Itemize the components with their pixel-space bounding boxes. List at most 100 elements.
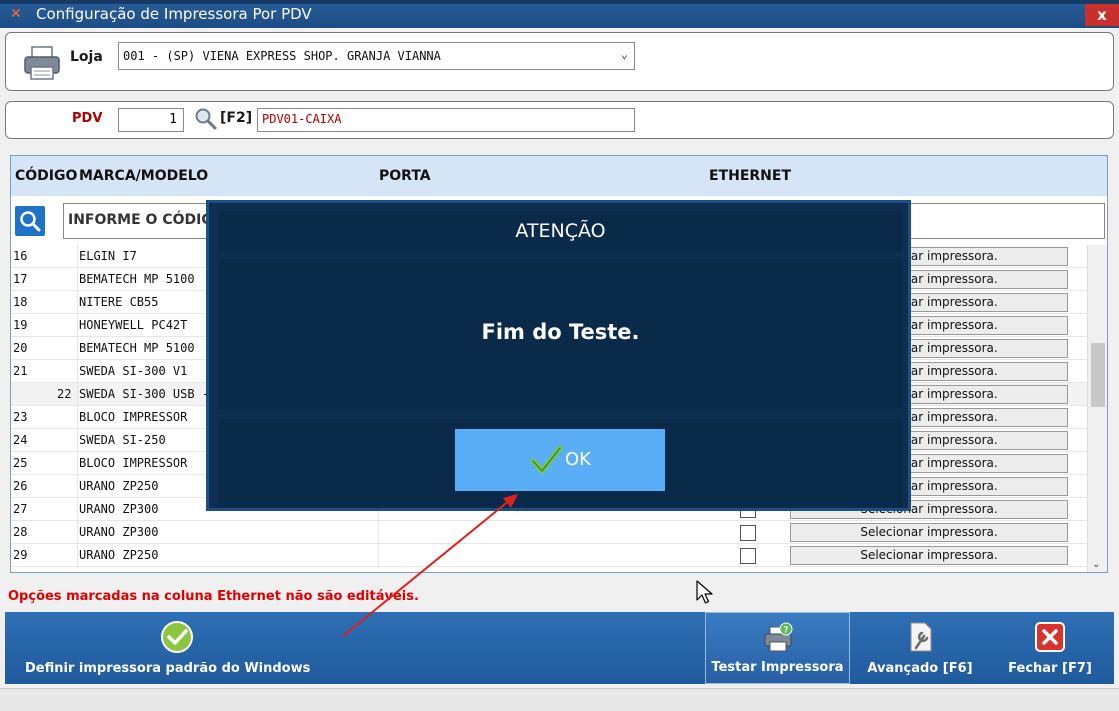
row-model: SWEDA SI-250 — [79, 433, 166, 447]
column-header-code[interactable]: CÓDIGO — [15, 168, 77, 184]
row-model: SWEDA SI-300 USB - — [79, 387, 210, 401]
dialog-title: ATENÇÃO — [219, 211, 902, 251]
search-icon[interactable] — [194, 107, 218, 131]
row-separator — [77, 521, 78, 544]
pdv-label: PDV — [72, 111, 103, 126]
loja-select[interactable]: 001 - (SP) VIENA EXPRESS SHOP. GRANJA VI… — [118, 42, 635, 70]
title-bar-strip — [0, 0, 1119, 4]
pdv-name-field[interactable]: PDV01-CAIXA — [257, 108, 635, 132]
row-separator — [77, 383, 78, 406]
loja-value: 001 - (SP) VIENA EXPRESS SHOP. GRANJA VI… — [123, 49, 441, 63]
column-header-model[interactable]: MARCA/MODELO — [79, 168, 208, 184]
svg-text:?: ? — [783, 626, 788, 636]
define-default-printer-button[interactable]: Definir impressora padrão do Windows — [15, 612, 315, 684]
attention-dialog: ATENÇÃO Fim do Teste. OK — [206, 200, 911, 511]
test-printer-label: Testar Impressora — [711, 660, 844, 675]
row-code: 24 — [13, 433, 28, 447]
scroll-down-icon[interactable]: ⌄ — [1092, 559, 1100, 570]
row-model: ELGIN I7 — [79, 249, 137, 263]
row-separator — [77, 291, 78, 314]
row-code: 16 — [13, 249, 28, 263]
row-code: 26 — [13, 479, 28, 493]
row-model: HONEYWELL PC42T — [79, 318, 188, 332]
row-code: 27 — [13, 502, 28, 516]
search-icon — [20, 211, 41, 232]
row-separator — [77, 245, 78, 268]
wrench-document-icon — [910, 622, 932, 652]
table-row[interactable]: 28 URANO ZP300 Selecionar impressora. — [11, 521, 1087, 544]
ethernet-warning: Opções marcadas na coluna Ethernet não s… — [8, 589, 419, 604]
row-code: 18 — [13, 295, 28, 309]
row-model: URANO ZP300 — [79, 502, 159, 516]
row-code: 20 — [13, 341, 28, 355]
row-separator — [77, 429, 78, 452]
scrollbar-thumb[interactable] — [1091, 343, 1105, 407]
row-model: SWEDA SI-300 V1 — [79, 364, 188, 378]
row-code: 17 — [13, 272, 28, 286]
row-code: 19 — [13, 318, 28, 332]
row-model: URANO ZP300 — [79, 525, 159, 539]
dialog-footer: OK — [219, 419, 902, 507]
printer-icon — [24, 46, 60, 80]
row-model: BEMATECH MP 5100 — [79, 272, 195, 286]
window-title: Configuração de Impressora Por PDV — [36, 5, 312, 23]
row-model: BEMATECH MP 5100 — [79, 341, 195, 355]
pdv-panel: PDV 1 [F2] PDV01-CAIXA — [5, 101, 1114, 139]
column-header-port[interactable]: PORTA — [379, 168, 431, 184]
table-row[interactable]: 29 URANO ZP250 Selecionar impressora. — [11, 544, 1087, 567]
check-circle-icon — [161, 621, 193, 653]
row-code: 25 — [13, 456, 28, 470]
printer-help-icon: ? — [764, 622, 792, 652]
checkmark-icon — [530, 445, 563, 474]
title-bar: ✕ Configuração de Impressora Por PDV x — [0, 0, 1119, 28]
row-separator — [77, 498, 78, 521]
advanced-label: Avançado [F6] — [867, 661, 973, 676]
ok-label: OK — [565, 449, 591, 470]
row-separator — [378, 521, 379, 544]
row-separator — [77, 452, 78, 475]
row-separator — [378, 544, 379, 567]
row-model: BLOCO IMPRESSOR — [79, 410, 188, 424]
test-printer-button[interactable]: ? Testar Impressora — [705, 612, 850, 684]
row-model: BLOCO IMPRESSOR — [79, 456, 188, 470]
dialog-message: Fim do Teste. — [219, 259, 902, 409]
chevron-down-icon[interactable]: ⌄ — [621, 47, 628, 61]
row-separator — [77, 314, 78, 337]
row-code: 29 — [13, 548, 28, 562]
loja-panel: Loja 001 - (SP) VIENA EXPRESS SHOP. GRAN… — [5, 32, 1114, 91]
pdv-shortcut-label: [F2] — [220, 110, 253, 126]
grid-header: CÓDIGO MARCA/MODELO PORTA ETHERNET — [11, 156, 1107, 196]
row-separator — [77, 475, 78, 498]
row-code: 22 — [57, 387, 72, 401]
ok-button[interactable]: OK — [455, 429, 665, 491]
close-icon — [1035, 622, 1065, 652]
mouse-cursor-icon — [696, 580, 713, 604]
grid-scrollbar[interactable]: ⌄ — [1087, 245, 1107, 572]
ethernet-checkbox[interactable] — [740, 548, 756, 564]
row-separator — [77, 360, 78, 383]
row-code: 23 — [13, 410, 28, 424]
row-model: URANO ZP250 — [79, 479, 159, 493]
row-separator — [77, 544, 78, 567]
column-header-ethernet[interactable]: ETHERNET — [709, 168, 791, 184]
grid-search-button[interactable] — [15, 206, 45, 236]
ethernet-checkbox[interactable] — [740, 525, 756, 541]
select-printer-button[interactable]: Selecionar impressora. — [790, 546, 1068, 565]
status-bar — [0, 688, 1119, 711]
close-window-button[interactable]: x — [1085, 4, 1119, 26]
row-code: 21 — [13, 364, 28, 378]
row-separator — [77, 406, 78, 429]
app-icon: ✕ — [10, 6, 22, 22]
close-label: Fechar [F7] — [1008, 661, 1092, 676]
define-default-printer-label: Definir impressora padrão do Windows — [25, 661, 311, 676]
row-model: NITERE CB55 — [79, 295, 159, 309]
close-button[interactable]: Fechar [F7] — [995, 612, 1105, 684]
row-code: 28 — [13, 525, 28, 539]
pdv-number-input[interactable]: 1 — [118, 108, 184, 132]
row-separator — [77, 268, 78, 291]
loja-label: Loja — [70, 49, 103, 65]
row-separator — [77, 337, 78, 360]
advanced-button[interactable]: Avançado [F6] — [860, 612, 980, 684]
bottom-toolbar: Definir impressora padrão do Windows ? T… — [5, 612, 1114, 684]
select-printer-button[interactable]: Selecionar impressora. — [790, 523, 1068, 542]
